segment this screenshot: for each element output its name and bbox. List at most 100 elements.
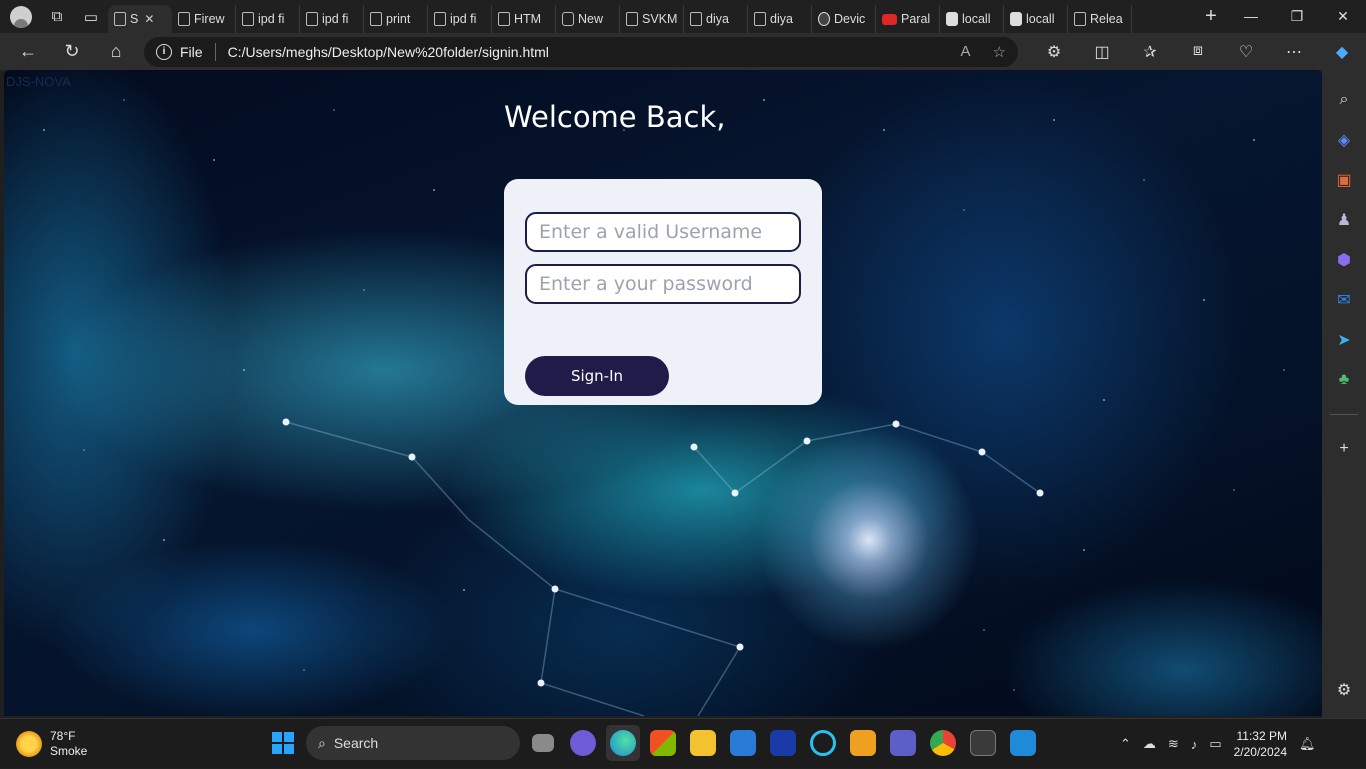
chevron-up-icon[interactable]: ⌃ <box>1120 736 1131 752</box>
wifi-icon[interactable]: ≋ <box>1168 736 1179 752</box>
localhost-icon <box>946 12 958 26</box>
collections-icon[interactable]: ⧈ <box>1174 42 1222 62</box>
extensions-icon[interactable]: ⚙ <box>1030 42 1078 62</box>
brand-logo-text: DJS-NOVA <box>6 74 71 89</box>
close-window-icon[interactable]: ✕ <box>1320 8 1366 25</box>
toolbar-right: ⚙ ◫ ✰ ⧈ ♡ ⋯ ◆ <box>1030 42 1366 62</box>
vscode-icon[interactable] <box>1006 725 1040 761</box>
refresh-icon[interactable]: ↻ <box>50 33 94 70</box>
drop-icon[interactable]: ➤ <box>1330 320 1358 360</box>
teams-icon[interactable] <box>886 725 920 761</box>
read-aloud-icon[interactable]: A <box>961 43 971 60</box>
tab-signin[interactable]: S ✕ <box>108 5 172 33</box>
page-icon <box>178 12 190 26</box>
taskbar-search[interactable]: ⌕ Search <box>306 726 520 760</box>
shopping-tag-icon[interactable]: ◈ <box>1330 120 1358 160</box>
tab-item[interactable]: ipd fi <box>428 5 492 33</box>
store-icon[interactable] <box>646 725 680 761</box>
game-app-icon[interactable] <box>846 725 880 761</box>
tab-item[interactable]: Devic <box>812 5 876 33</box>
mail-icon[interactable] <box>726 725 760 761</box>
username-input[interactable] <box>525 212 801 252</box>
favorite-star-icon[interactable]: ☆ <box>993 43 1006 61</box>
file-explorer-icon[interactable] <box>686 725 720 761</box>
tab-item[interactable]: print <box>364 5 428 33</box>
edge-icon[interactable] <box>606 725 640 761</box>
signin-button[interactable]: Sign-In <box>525 356 669 396</box>
tabs: S ✕ Firew ipd fi ipd fi print ipd fi HTM … <box>108 0 1194 33</box>
info-icon[interactable]: i <box>156 43 172 60</box>
settings-icon[interactable]: ⚙ <box>1330 670 1358 710</box>
page-icon <box>242 12 254 26</box>
restore-icon[interactable]: ❐ <box>1274 8 1320 25</box>
page-icon <box>690 12 702 26</box>
taskbar-apps: ⌕ Search <box>266 725 1040 761</box>
alexa-icon[interactable] <box>806 725 840 761</box>
tools-icon[interactable]: ▣ <box>1330 160 1358 200</box>
close-tab-icon[interactable]: ✕ <box>144 12 154 26</box>
tab-item[interactable]: locall <box>1004 5 1068 33</box>
terminal-icon[interactable] <box>966 725 1000 761</box>
volume-icon[interactable]: ♪ <box>1191 737 1198 752</box>
tab-item[interactable]: Firew <box>172 5 236 33</box>
sheet-icon <box>562 12 574 26</box>
tab-item[interactable]: ipd fi <box>300 5 364 33</box>
performance-icon[interactable]: ♡ <box>1222 42 1270 62</box>
clock[interactable]: 11:32 PM 2/20/2024 <box>1234 728 1287 760</box>
minimize-icon[interactable]: — <box>1228 8 1274 25</box>
scheme-label: File <box>180 43 203 60</box>
tab-item[interactable]: Relea <box>1068 5 1132 33</box>
back-icon[interactable]: ← <box>6 33 50 70</box>
divider <box>214 42 216 61</box>
tab-actions-icon[interactable]: ▭ <box>74 0 108 33</box>
page-icon <box>626 12 638 26</box>
outlook-icon[interactable]: ✉ <box>1330 280 1358 320</box>
meet-icon[interactable] <box>566 725 600 761</box>
new-tab-button[interactable]: + <box>1194 5 1228 28</box>
copilot-icon[interactable]: ◆ <box>1318 42 1366 62</box>
url-text[interactable]: C:/Users/meghs/Desktop/New%20folder/sign… <box>228 44 549 60</box>
games-icon[interactable]: ♟ <box>1330 200 1358 240</box>
more-options-icon[interactable]: ⋯ <box>1270 42 1318 62</box>
workspaces-icon[interactable]: ⧉ <box>40 0 74 33</box>
search-label: Search <box>333 735 379 751</box>
office-icon[interactable]: ⬢ <box>1330 240 1358 280</box>
start-button[interactable] <box>266 725 300 761</box>
chrome-icon[interactable] <box>926 725 960 761</box>
page-icon <box>1074 12 1086 26</box>
l-app-icon[interactable] <box>766 725 800 761</box>
tab-item[interactable]: HTM <box>492 5 556 33</box>
youtube-icon <box>882 13 897 25</box>
password-input[interactable] <box>525 264 801 304</box>
clock-date: 2/20/2024 <box>1233 745 1287 759</box>
cloud-off-icon[interactable]: ☁ <box>1143 736 1156 752</box>
weather-sun-icon <box>16 731 42 757</box>
weather-widget[interactable]: 78°F Smoke <box>16 729 87 759</box>
add-icon[interactable]: + <box>1330 429 1358 469</box>
tab-item[interactable]: diya <box>748 5 812 33</box>
favorites-icon[interactable]: ✰ <box>1126 42 1174 62</box>
tab-item[interactable]: New <box>556 5 620 33</box>
search-icon[interactable]: ⌕ <box>1330 80 1358 120</box>
page-icon <box>370 12 382 26</box>
weather-desc: Smoke <box>50 744 88 758</box>
github-icon <box>818 12 830 26</box>
home-icon[interactable]: ⌂ <box>94 33 138 70</box>
taskbar: 78°F Smoke ⌕ Search ⌃ ☁ ≋ ♪ ▭ 11:32 PM 2… <box>0 718 1366 768</box>
battery-icon[interactable]: ▭ <box>1209 736 1221 752</box>
split-screen-icon[interactable]: ◫ <box>1078 42 1126 62</box>
address-bar[interactable]: i File C:/Users/meghs/Desktop/New%20fold… <box>144 36 1018 67</box>
notification-bell-icon[interactable]: 🔔︎ <box>1299 736 1316 752</box>
tree-icon[interactable]: ♣ <box>1330 360 1358 400</box>
address-bar-row: ← ↻ ⌂ i File C:/Users/meghs/Desktop/New%… <box>0 33 1366 70</box>
tab-item[interactable]: Paral <box>876 5 940 33</box>
profile-avatar[interactable] <box>10 5 32 28</box>
tab-item[interactable]: SVKM <box>620 5 684 33</box>
tab-item[interactable]: ipd fi <box>236 5 300 33</box>
task-view-icon[interactable] <box>526 725 560 761</box>
tab-item[interactable]: locall <box>940 5 1004 33</box>
tab-item[interactable]: diya <box>684 5 748 33</box>
system-tray: ⌃ ☁ ≋ ♪ ▭ 11:32 PM 2/20/2024 🔔︎ <box>1120 719 1316 769</box>
page-icon <box>114 12 126 26</box>
page-icon <box>306 12 318 26</box>
